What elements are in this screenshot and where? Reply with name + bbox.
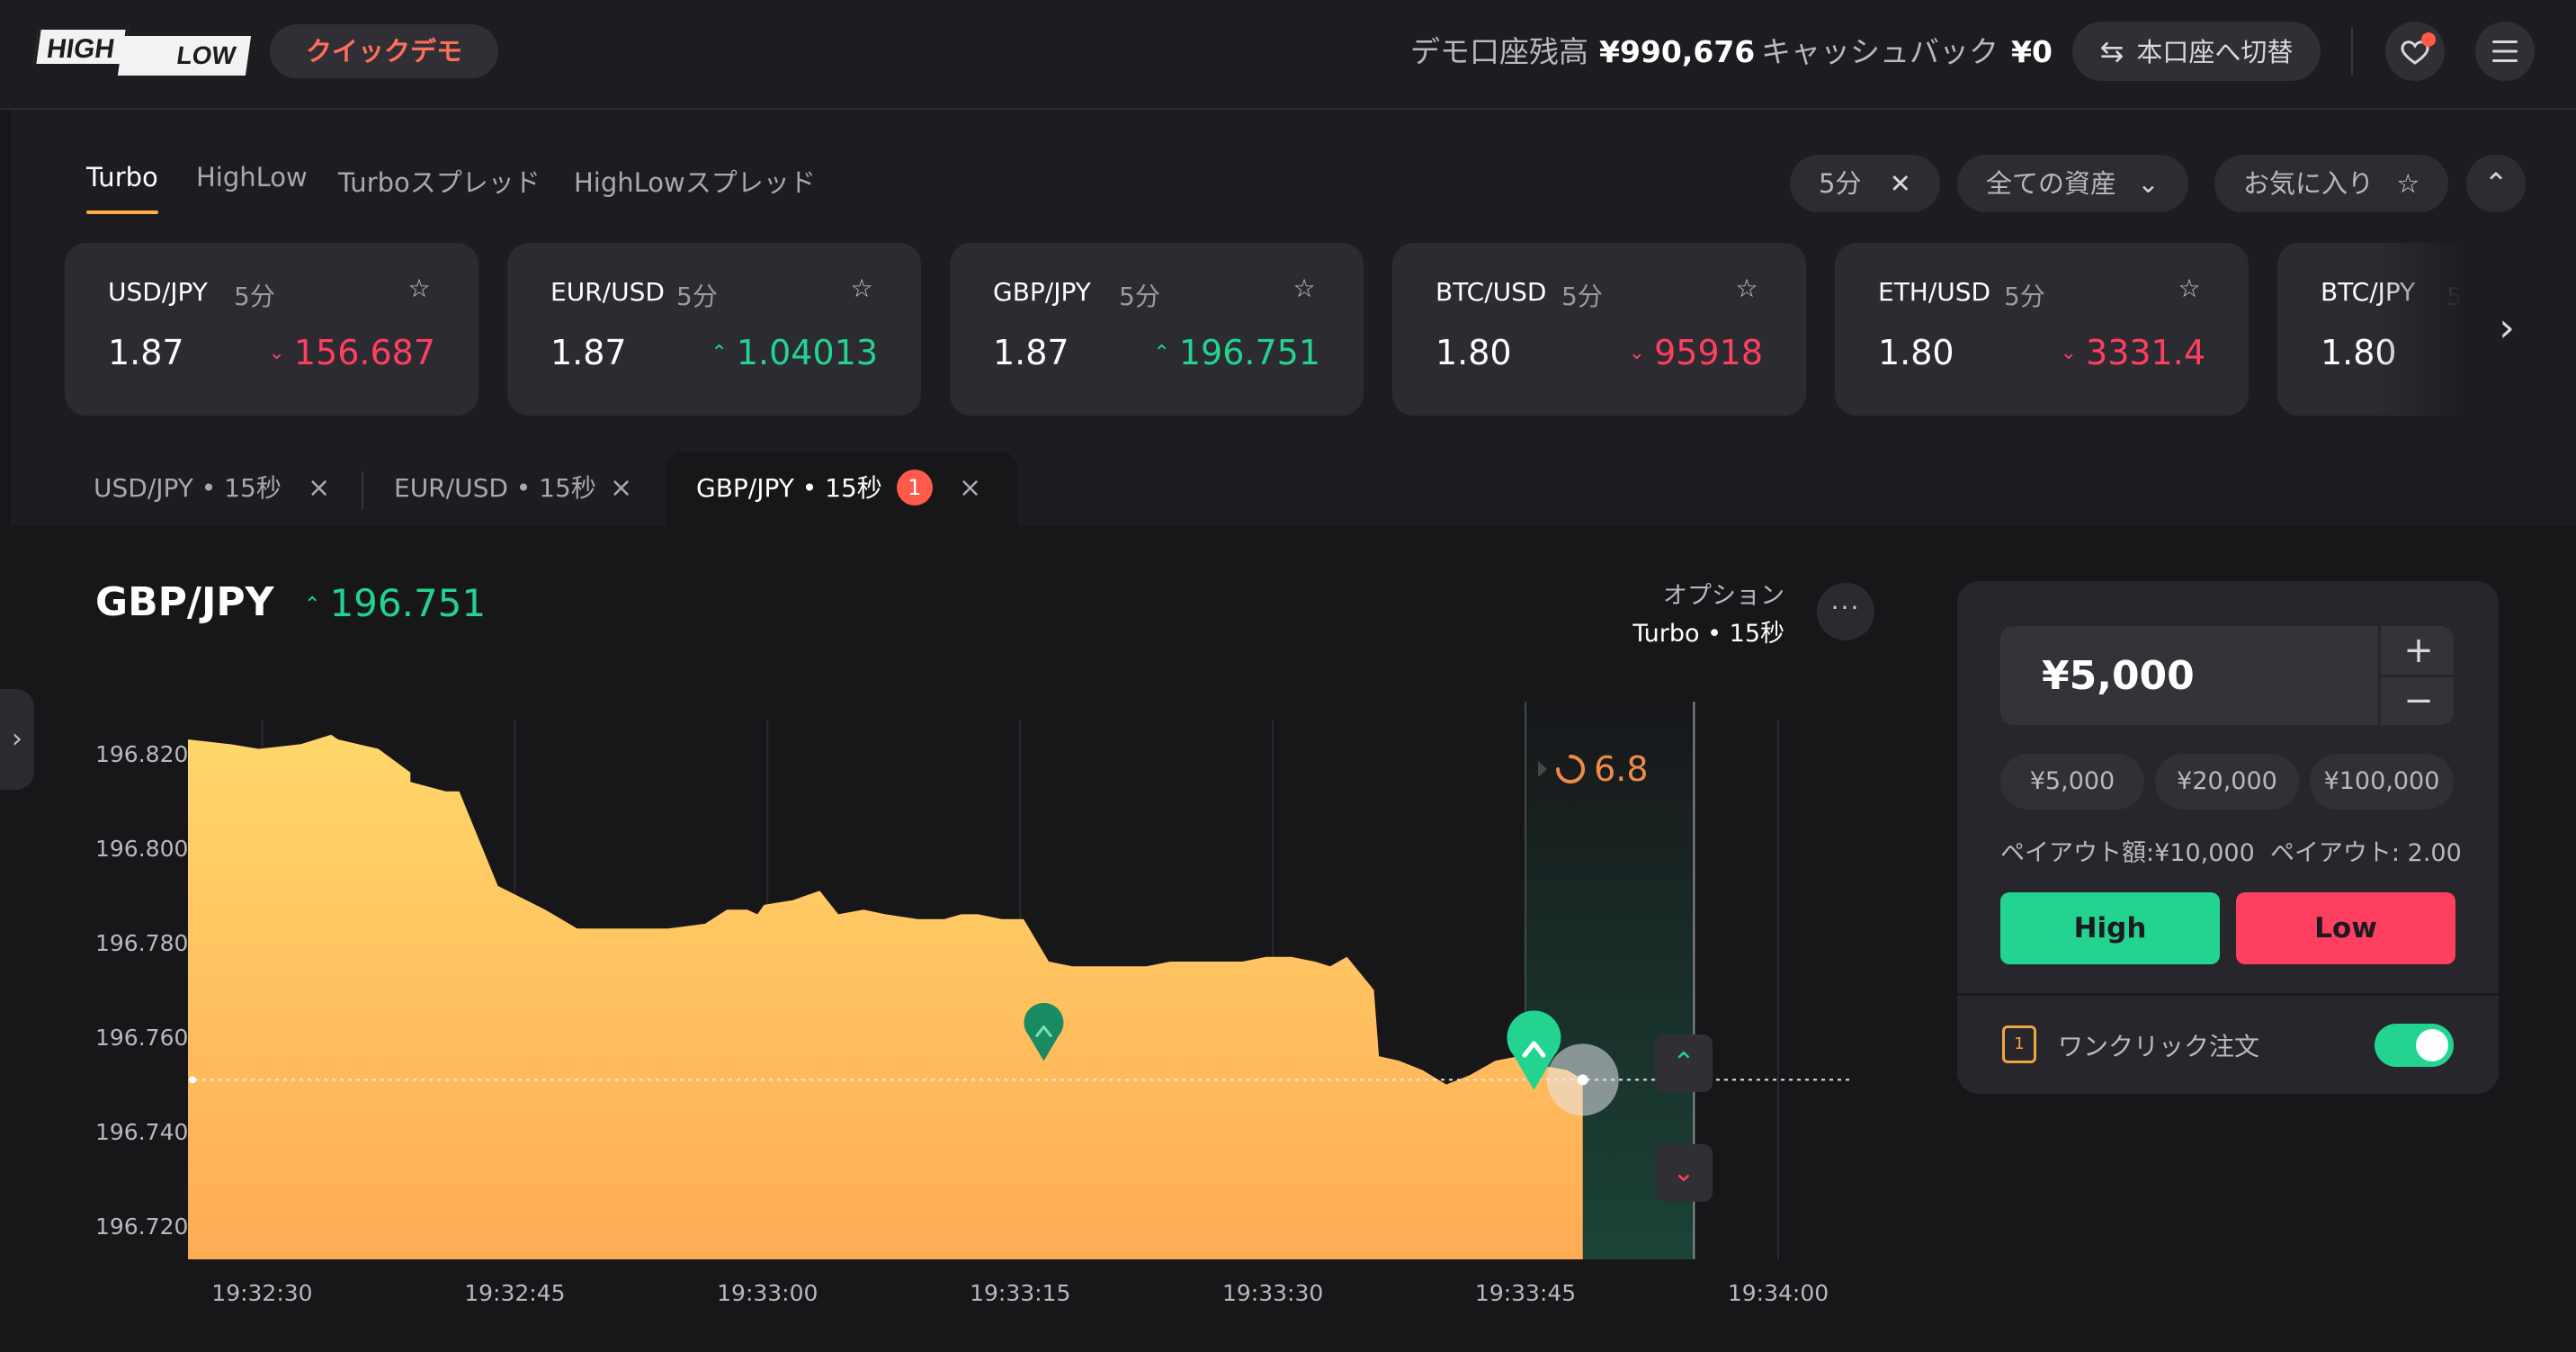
decrease-amount-button[interactable]: − [2381,676,2456,725]
payout-info: ペイアウト額:¥10,000 ペイアウト: 2.00 [2000,833,2462,868]
y-tick-label: 196.820 [95,741,188,767]
amount-stepper: + − [2378,626,2456,725]
chart-low-arrow-button[interactable]: ⌄ [1655,1144,1713,1202]
x-tick-label: 19:32:30 [211,1280,312,1306]
preset-amount-button[interactable]: ¥5,000 [2000,754,2144,810]
preset-amount-button[interactable]: ¥20,000 [2155,754,2299,810]
x-tick-label: 19:33:45 [1475,1280,1576,1306]
increase-amount-button[interactable]: + [2381,626,2456,675]
trade-panel-divider [1957,993,2499,996]
x-tick-label: 19:33:30 [1222,1280,1323,1306]
chart-high-arrow-button[interactable]: ⌃ [1655,1034,1713,1092]
y-tick-label: 196.760 [95,1025,188,1051]
trade-panel: + − ¥5,000 ¥20,000 ¥100,000 ペイアウト額:¥10,0… [1957,581,2499,1094]
payout-rate: 2.00 [2407,839,2462,867]
price-line-start-dot [189,1076,196,1084]
price-area [188,734,1583,1259]
x-tick-label: 19:33:15 [970,1280,1070,1306]
countdown-value: 6.8 [1594,749,1648,789]
payout-amount: ¥10,000 [2154,839,2255,867]
amount-box: + − [2000,626,2456,725]
x-tick-label: 19:32:45 [464,1280,565,1306]
payout-rate-label: ペイアウト: [2269,839,2401,867]
preset-amount-button[interactable]: ¥100,000 [2310,754,2454,810]
y-tick-label: 196.800 [95,836,188,862]
y-tick-label: 196.720 [95,1213,188,1240]
one-click-icon: 1 [2002,1025,2036,1063]
amount-input[interactable] [2000,626,2378,725]
high-button[interactable]: High [2000,892,2220,964]
toggle-knob [2416,1029,2448,1061]
y-tick-label: 196.780 [95,930,188,956]
one-click-toggle[interactable] [2375,1024,2454,1067]
low-button[interactable]: Low [2236,892,2455,964]
x-tick-label: 19:33:00 [717,1280,818,1306]
x-tick-label: 19:34:00 [1728,1280,1829,1306]
current-price-dot [1577,1074,1588,1086]
one-click-label: ワンクリック注文 [2058,1032,2260,1061]
y-tick-label: 196.740 [95,1119,188,1145]
payout-amount-label: ペイアウト額: [2000,839,2155,867]
